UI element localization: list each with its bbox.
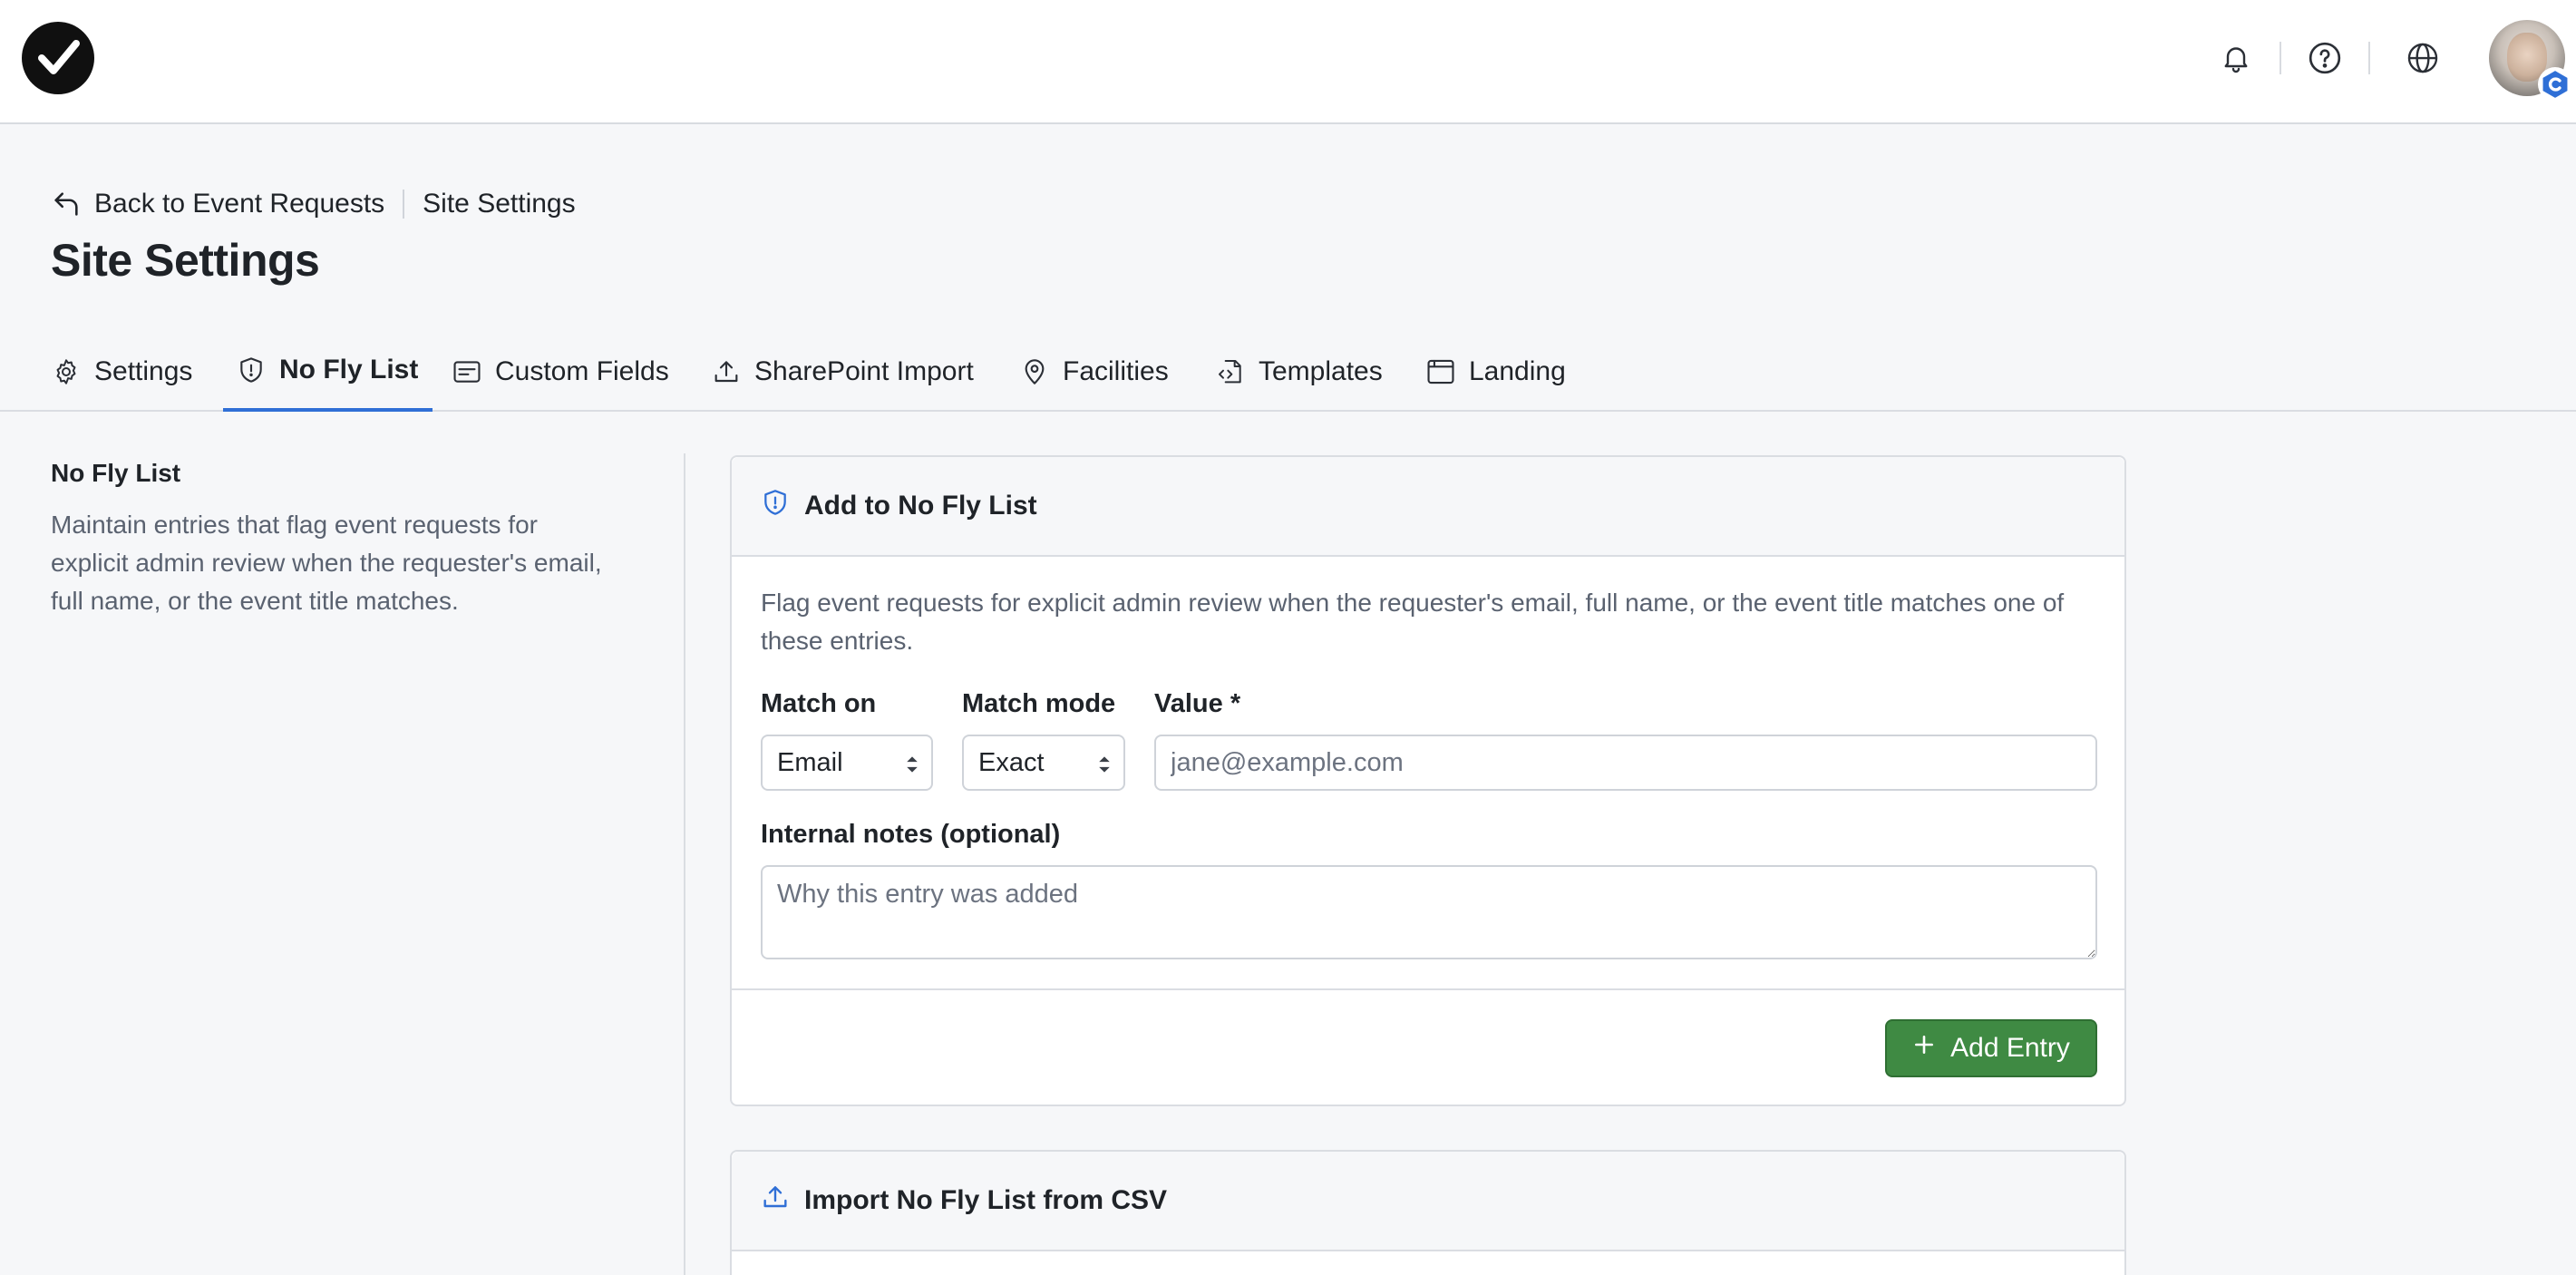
tab-custom-fields[interactable]: Custom Fields: [437, 332, 684, 412]
tab-label: Landing: [1469, 356, 1566, 386]
tab-label: Facilities: [1063, 356, 1169, 386]
tab-sharepoint-import[interactable]: SharePoint Import: [696, 332, 988, 412]
help-icon: [2309, 42, 2341, 74]
section-title: No Fly List: [51, 459, 181, 487]
match-mode-select[interactable]: Exact: [962, 735, 1125, 791]
account-badge: [2538, 67, 2572, 102]
tab-facilities[interactable]: Facilities: [1005, 332, 1183, 412]
upload-icon: [711, 356, 742, 387]
tab-label: No Fly List: [279, 355, 419, 384]
column-divider: [684, 453, 685, 1275]
internal-notes-label: Internal notes (optional): [761, 820, 1061, 849]
globe-icon: [2407, 43, 2438, 73]
breadcrumb-separator: [403, 190, 405, 219]
back-arrow-icon: [54, 192, 78, 216]
file-code-icon: [1215, 356, 1246, 387]
tab-no-fly-list[interactable]: No Fly List: [223, 332, 433, 412]
tab-label: SharePoint Import: [754, 356, 974, 386]
match-on-value: Email: [777, 747, 843, 777]
card-footer-divider: [732, 988, 2124, 990]
match-on-select[interactable]: Email: [761, 735, 933, 791]
internal-notes-textarea[interactable]: [761, 865, 2097, 959]
tab-label: Settings: [94, 356, 193, 386]
shield-alert-icon: [761, 488, 790, 524]
shield-alert-icon: [236, 355, 267, 385]
divider: [2280, 42, 2281, 74]
plus-icon: [1912, 1033, 1936, 1064]
card-title: Add to No Fly List: [804, 491, 1037, 521]
import-csv-card: Import No Fly List from CSV: [730, 1150, 2126, 1275]
breadcrumb: Back to Event Requests Site Settings: [51, 185, 576, 223]
bell-icon: [2224, 47, 2248, 73]
back-link-label: Back to Event Requests: [94, 189, 385, 219]
card-header: Add to No Fly List: [732, 457, 2124, 557]
upload-icon: [761, 1183, 790, 1219]
breadcrumb-current: Site Settings: [423, 189, 576, 219]
tab-landing[interactable]: Landing: [1411, 332, 1580, 412]
card-header: Import No Fly List from CSV: [732, 1152, 2124, 1251]
value-input[interactable]: [1154, 735, 2097, 791]
settings-tabs: Settings No Fly List Custom Fields Share…: [0, 332, 2576, 412]
tab-templates[interactable]: Templates: [1201, 332, 1397, 412]
back-link[interactable]: Back to Event Requests: [51, 189, 384, 219]
tab-label: Templates: [1259, 356, 1383, 386]
page-title: Site Settings: [51, 235, 320, 286]
section-description: Maintain entries that flag event request…: [51, 511, 602, 615]
browser-icon: [1425, 356, 1456, 387]
c-badge-icon: [2542, 71, 2568, 98]
divider: [2368, 42, 2370, 74]
match-mode-value: Exact: [978, 747, 1045, 777]
match-on-label: Match on: [761, 689, 877, 718]
card-intro-text: Flag event requests for explicit admin r…: [761, 589, 2065, 655]
checkmark-icon: [38, 40, 80, 74]
select-arrows-icon: [904, 753, 920, 783]
top-bar: [0, 0, 2576, 124]
add-to-no-fly-list-card: Add to No Fly List Flag event requests f…: [730, 455, 2126, 1106]
help-button[interactable]: [2303, 36, 2347, 80]
notifications-button[interactable]: [2214, 36, 2258, 80]
language-button[interactable]: [2401, 36, 2445, 80]
select-arrows-icon: [1096, 753, 1113, 783]
add-entry-label: Add Entry: [1950, 1033, 2070, 1063]
add-entry-button[interactable]: Add Entry: [1885, 1019, 2097, 1077]
value-label: Value *: [1154, 689, 1241, 718]
match-mode-label: Match mode: [962, 689, 1116, 718]
map-pin-icon: [1019, 356, 1050, 387]
tab-settings[interactable]: Settings: [36, 332, 207, 412]
user-avatar[interactable]: [2489, 20, 2572, 102]
gear-icon: [51, 356, 82, 387]
tab-label: Custom Fields: [495, 356, 669, 386]
form-icon: [452, 356, 482, 387]
app-logo[interactable]: [22, 22, 94, 94]
card-title: Import No Fly List from CSV: [804, 1185, 1168, 1215]
